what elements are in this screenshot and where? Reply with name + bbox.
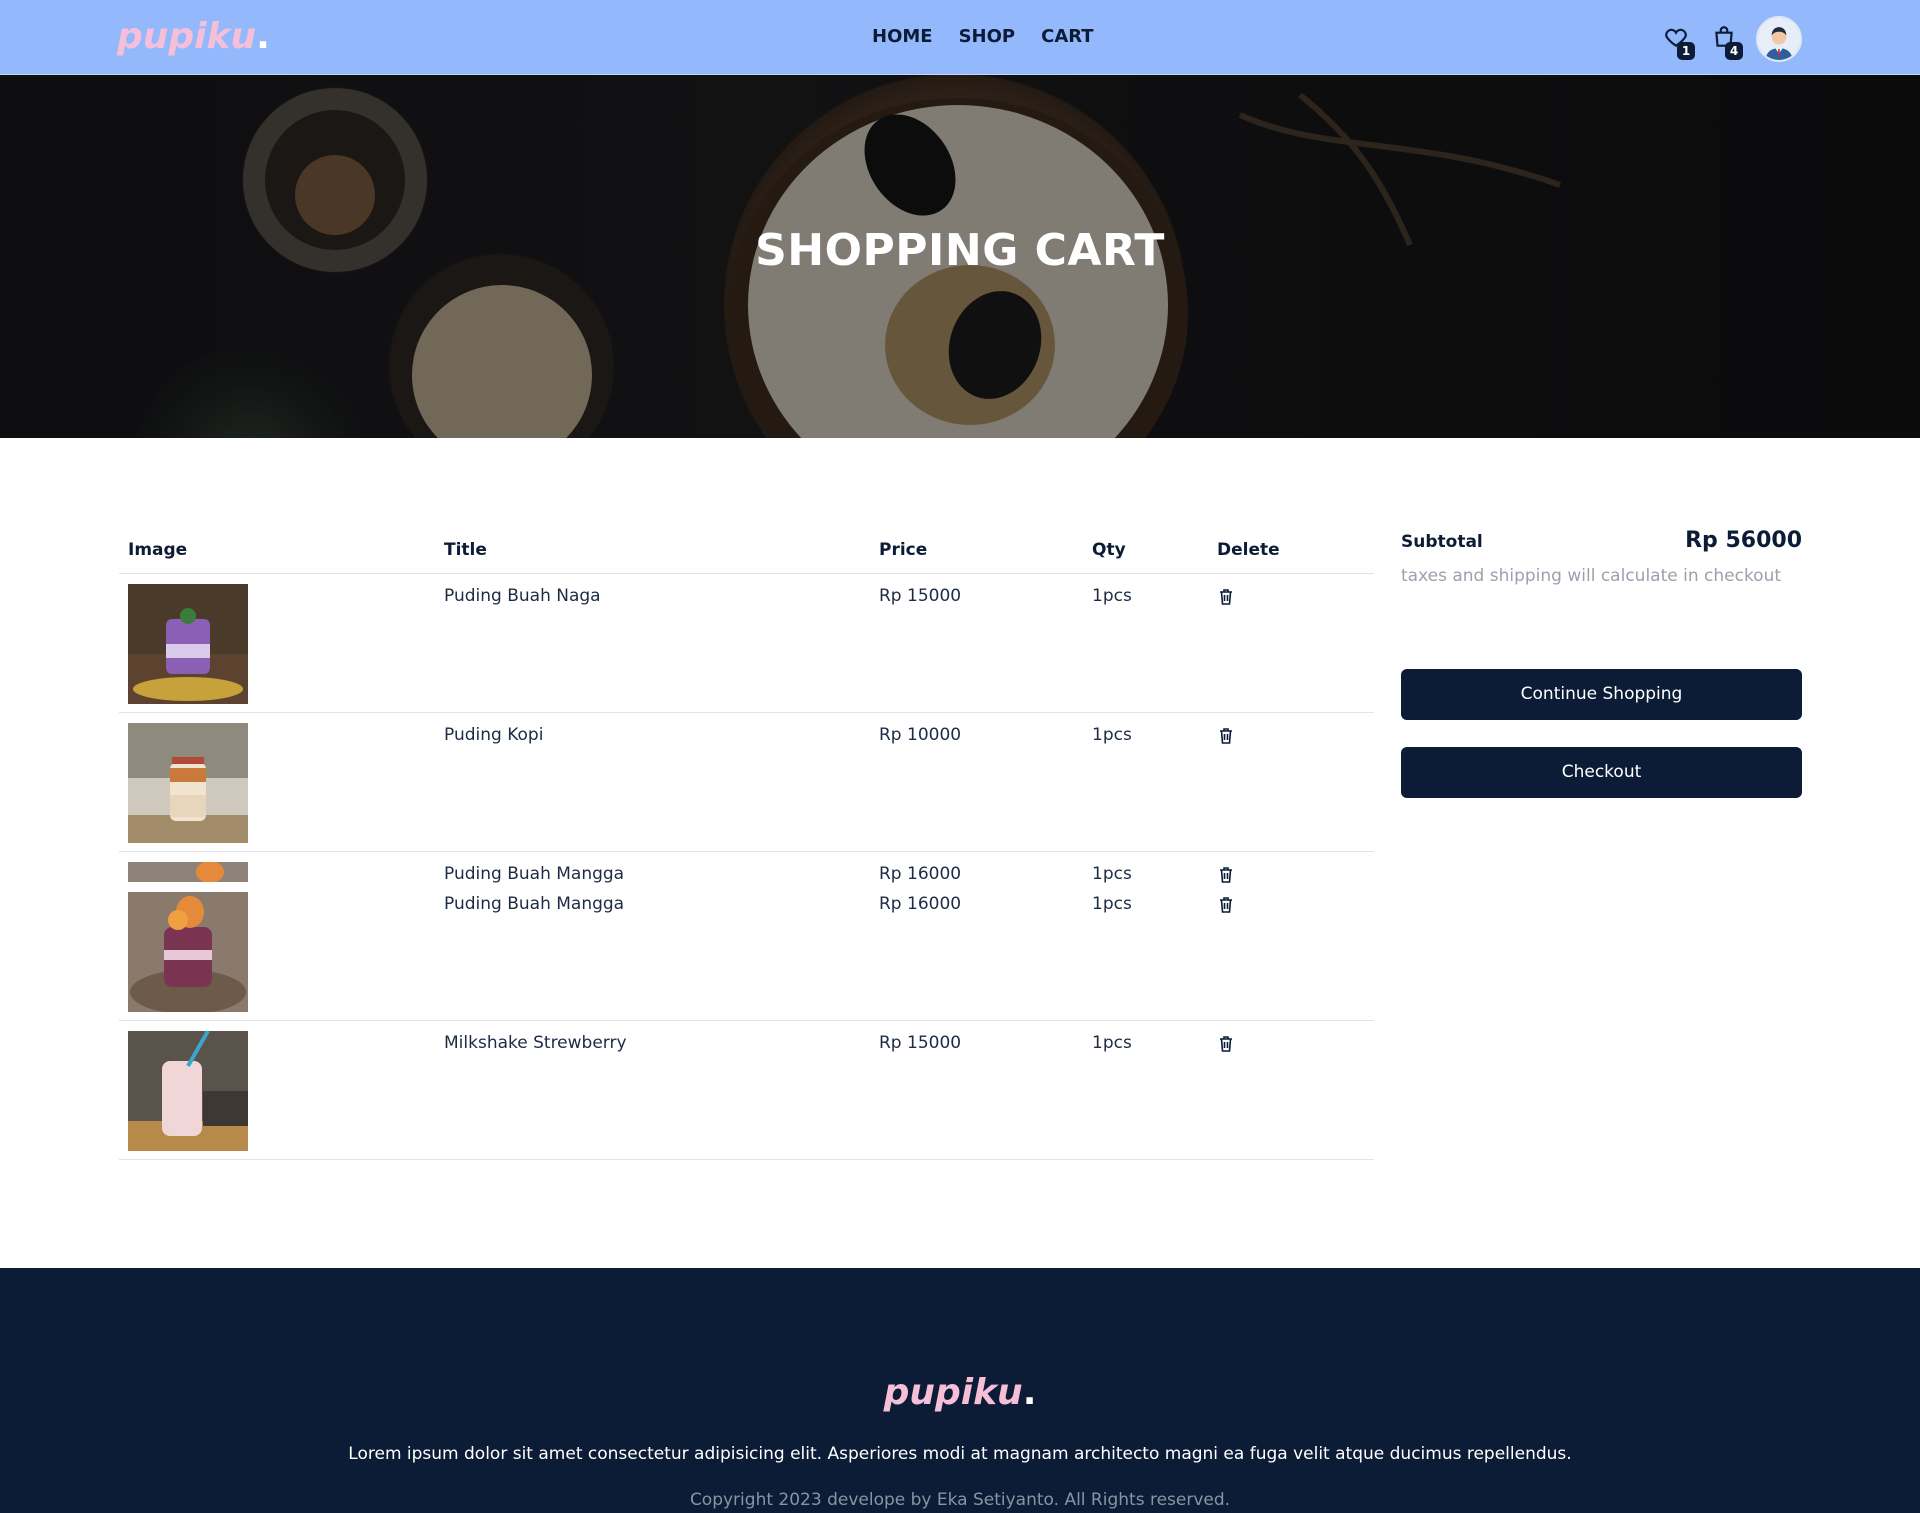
table-row: Puding Buah Mangga Rp 16000 1pcs Puding … xyxy=(119,852,1374,1021)
bag-count-badge: 4 xyxy=(1725,42,1743,60)
item-qty: 1pcs xyxy=(1092,864,1132,884)
subtotal-label: Subtotal xyxy=(1401,532,1483,552)
item-title: Puding Buah Mangga xyxy=(444,894,625,914)
table-row: Puding Buah Naga Rp 15000 1pcs xyxy=(119,574,1374,713)
item-price: Rp 16000 xyxy=(879,894,962,914)
wishlist-count-badge: 1 xyxy=(1677,42,1695,60)
checkout-button[interactable]: Checkout xyxy=(1401,747,1802,798)
item-price: Rp 10000 xyxy=(879,725,962,745)
brand-logo-text: pupiku xyxy=(117,16,257,57)
subtotal-note: taxes and shipping will calculate in che… xyxy=(1401,566,1782,586)
header-delete: Delete xyxy=(1217,540,1280,560)
item-qty: 1pcs xyxy=(1092,586,1132,606)
trash-icon[interactable] xyxy=(1218,588,1234,606)
item-qty: 1pcs xyxy=(1092,894,1132,914)
footer-logo[interactable]: pupiku. xyxy=(0,1372,1920,1413)
trash-icon[interactable] xyxy=(1218,866,1234,884)
continue-shopping-button[interactable]: Continue Shopping xyxy=(1401,669,1802,720)
product-image xyxy=(128,723,248,843)
table-row: Puding Kopi Rp 10000 1pcs xyxy=(119,713,1374,852)
item-qty: 1pcs xyxy=(1092,725,1132,745)
page-title: SHOPPING CART xyxy=(755,225,1165,276)
subtotal-value: Rp 56000 xyxy=(1685,528,1802,553)
navbar: pupiku. HOME SHOP CART 1 4 xyxy=(0,0,1920,75)
brand-logo-dot: . xyxy=(256,16,270,57)
item-price: Rp 16000 xyxy=(879,864,962,884)
shopping-bag-button[interactable]: 4 xyxy=(1711,24,1743,60)
cart-table: Image Title Price Qty Delete Puding Buah… xyxy=(119,530,1374,1160)
product-image xyxy=(128,1031,248,1151)
table-header: Image Title Price Qty Delete xyxy=(119,530,1374,574)
item-price: Rp 15000 xyxy=(879,586,962,606)
header-title: Title xyxy=(444,540,487,560)
product-image xyxy=(128,584,248,704)
nav-shop-link[interactable]: SHOP xyxy=(959,26,1016,47)
nav-cart-link[interactable]: CART xyxy=(1041,26,1093,47)
footer: pupiku. Lorem ipsum dolor sit amet conse… xyxy=(0,1268,1920,1513)
trash-icon[interactable] xyxy=(1218,896,1234,914)
header-qty: Qty xyxy=(1092,540,1126,560)
footer-logo-dot: . xyxy=(1022,1372,1037,1413)
product-image xyxy=(128,862,248,882)
nav-home-link[interactable]: HOME xyxy=(872,26,933,47)
avatar[interactable] xyxy=(1756,16,1802,62)
footer-logo-text: pupiku xyxy=(883,1372,1023,1413)
product-image xyxy=(128,892,248,1012)
brand-logo[interactable]: pupiku. xyxy=(117,16,270,57)
item-title: Puding Kopi xyxy=(444,725,544,745)
main-nav: HOME SHOP CART xyxy=(872,26,1094,47)
footer-copyright: Copyright 2023 develope by Eka Setiyanto… xyxy=(689,1490,1231,1510)
item-title: Puding Buah Naga xyxy=(444,586,601,606)
trash-icon[interactable] xyxy=(1218,727,1234,745)
header-image: Image xyxy=(128,540,188,560)
table-row: Milkshake Strewberry Rp 15000 1pcs xyxy=(119,1021,1374,1160)
wishlist-button[interactable]: 1 xyxy=(1663,24,1695,60)
item-qty: 1pcs xyxy=(1092,1033,1132,1053)
hero-banner: SHOPPING CART xyxy=(0,75,1920,438)
item-title: Puding Buah Mangga xyxy=(444,864,625,884)
header-price: Price xyxy=(879,540,928,560)
item-price: Rp 15000 xyxy=(879,1033,962,1053)
footer-description: Lorem ipsum dolor sit amet consectetur a… xyxy=(348,1444,1572,1464)
trash-icon[interactable] xyxy=(1218,1035,1234,1053)
item-title: Milkshake Strewberry xyxy=(444,1033,627,1053)
